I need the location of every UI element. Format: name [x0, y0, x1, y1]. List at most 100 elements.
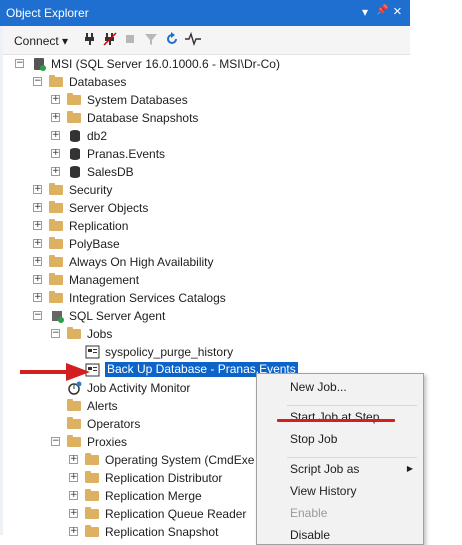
expand-icon[interactable]: +	[69, 509, 78, 518]
tree-node[interactable]: + System Databases	[3, 91, 410, 109]
refresh-icon[interactable]	[165, 32, 179, 49]
tree-node-label[interactable]: Integration Services Catalogs	[69, 291, 226, 305]
collapse-icon[interactable]: −	[33, 77, 42, 86]
connect-plug-icon[interactable]	[83, 32, 97, 49]
expand-icon[interactable]: +	[33, 275, 42, 284]
tree-node-label[interactable]: Operating System (CmdExe	[105, 453, 254, 467]
tree-node-label[interactable]: Operators	[87, 417, 140, 431]
tree-node-label[interactable]: SQL Server Agent	[69, 309, 165, 323]
tree-node[interactable]: + Integration Services Catalogs	[3, 289, 410, 307]
tree-node[interactable]: − MSI (SQL Server 16.0.1000.6 - MSI\Dr-Co…	[3, 55, 410, 73]
tree-node-label[interactable]: Security	[69, 183, 112, 197]
tree-node[interactable]: syspolicy_purge_history	[3, 343, 410, 361]
filter-icon[interactable]	[144, 32, 158, 49]
tree-node-label[interactable]: Proxies	[87, 435, 127, 449]
agent-icon	[49, 309, 65, 323]
tree-node-label[interactable]: Databases	[69, 75, 126, 89]
disconnect-icon[interactable]	[103, 32, 117, 49]
tree-node-label[interactable]: Replication Queue Reader	[105, 507, 246, 521]
folder-icon	[49, 183, 63, 195]
tree-node[interactable]: + Database Snapshots	[3, 109, 410, 127]
tree-node-label[interactable]: Replication Merge	[105, 489, 202, 503]
tree-node[interactable]: + db2	[3, 127, 410, 145]
menu-item-disable[interactable]: Disable	[290, 528, 330, 542]
tree-node-label[interactable]: Alerts	[87, 399, 118, 413]
folder-icon	[49, 255, 63, 267]
database-icon	[67, 147, 83, 161]
tree-node-label[interactable]: Server Objects	[69, 201, 148, 215]
folder-icon	[85, 471, 99, 483]
expand-icon[interactable]: +	[69, 491, 78, 500]
tree-node-label[interactable]: Jobs	[87, 327, 112, 341]
tree-node-label[interactable]: Replication Snapshot	[105, 525, 218, 539]
folder-icon	[49, 273, 63, 285]
job-icon	[85, 345, 101, 359]
expand-icon[interactable]: +	[51, 113, 60, 122]
folder-icon	[85, 489, 99, 501]
collapse-icon[interactable]: −	[51, 329, 60, 338]
tree-node[interactable]: + Management	[3, 271, 410, 289]
expand-icon[interactable]: +	[33, 221, 42, 230]
expand-icon[interactable]: +	[51, 95, 60, 104]
tree-node-label[interactable]: Replication	[69, 219, 128, 233]
expand-icon[interactable]: +	[33, 185, 42, 194]
tree-node[interactable]: − Databases	[3, 73, 410, 91]
tree-node-label[interactable]: Always On High Availability	[69, 255, 214, 269]
tree-node-label[interactable]: PolyBase	[69, 237, 120, 251]
folder-icon	[67, 435, 81, 447]
tree-node-label[interactable]: Database Snapshots	[87, 111, 198, 125]
collapse-icon[interactable]: −	[15, 59, 24, 68]
tree-node[interactable]: − Jobs	[3, 325, 410, 343]
connect-button[interactable]: Connect ▾	[14, 34, 68, 48]
tree-node[interactable]: + Replication	[3, 217, 410, 235]
folder-icon	[67, 111, 81, 123]
window-position-dropdown-icon[interactable]: ▾	[362, 5, 368, 19]
expand-icon[interactable]: +	[51, 149, 60, 158]
database-icon	[67, 129, 83, 143]
menu-item-stop-job[interactable]: Stop Job	[290, 432, 337, 446]
job-context-menu: New Job... Start Job at Step... Stop Job Sc…	[256, 373, 424, 545]
pin-icon[interactable]: 📌	[376, 5, 388, 16]
folder-icon	[85, 453, 99, 465]
expand-icon[interactable]: +	[69, 455, 78, 464]
tree-node-label[interactable]: Job Activity Monitor	[87, 381, 190, 395]
tree-node[interactable]: + Security	[3, 181, 410, 199]
tree-node-label[interactable]: Replication Distributor	[105, 471, 222, 485]
tree-node-label[interactable]: db2	[87, 129, 107, 143]
expand-icon[interactable]: +	[33, 257, 42, 266]
tree-node[interactable]: + Server Objects	[3, 199, 410, 217]
tree-node-label[interactable]: MSI (SQL Server 16.0.1000.6 - MSI\Dr-Co)	[51, 57, 280, 71]
tree-node[interactable]: − SQL Server Agent	[3, 307, 410, 325]
stop-icon[interactable]	[123, 32, 137, 49]
tree-node[interactable]: + Pranas.Events	[3, 145, 410, 163]
folder-icon	[85, 507, 99, 519]
menu-item-script-job-as[interactable]: Script Job as	[290, 462, 359, 476]
folder-icon	[67, 93, 81, 105]
tree-node[interactable]: + SalesDB	[3, 163, 410, 181]
expand-icon[interactable]: +	[69, 473, 78, 482]
activity-monitor-icon[interactable]	[185, 31, 201, 49]
collapse-icon[interactable]: −	[51, 437, 60, 446]
tree-node-label[interactable]: System Databases	[87, 93, 188, 107]
tree-node-label[interactable]: SalesDB	[87, 165, 134, 179]
submenu-arrow-icon: ▶	[406, 464, 413, 473]
folder-icon	[49, 201, 63, 213]
close-icon[interactable]: ×	[393, 3, 402, 20]
expand-icon[interactable]: +	[33, 203, 42, 212]
annotation-arrow-icon	[20, 363, 90, 381]
menu-item-view-history[interactable]: View History	[290, 484, 356, 498]
expand-icon[interactable]: +	[33, 293, 42, 302]
menu-item-new-job[interactable]: New Job...	[290, 380, 347, 394]
collapse-icon[interactable]: −	[33, 311, 42, 320]
annotation-underline	[277, 419, 395, 422]
expand-icon[interactable]: +	[51, 167, 60, 176]
expand-icon[interactable]: +	[33, 239, 42, 248]
tree-node-label[interactable]: Management	[69, 273, 139, 287]
expand-icon[interactable]: +	[51, 131, 60, 140]
tree-node-label[interactable]: Pranas.Events	[87, 147, 165, 161]
tree-node-label[interactable]: syspolicy_purge_history	[105, 345, 233, 359]
object-explorer-toolbar: Connect ▾	[3, 26, 410, 55]
tree-node[interactable]: + PolyBase	[3, 235, 410, 253]
tree-node[interactable]: + Always On High Availability	[3, 253, 410, 271]
folder-icon	[67, 399, 81, 411]
